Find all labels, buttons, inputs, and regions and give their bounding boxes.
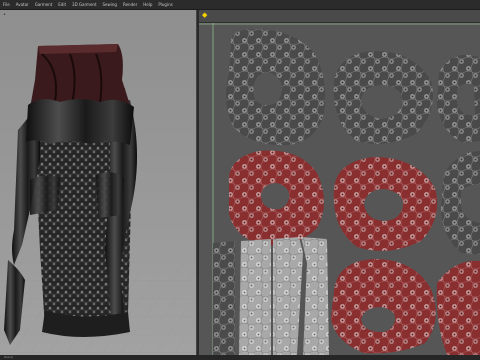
uv-patch-red-3	[331, 259, 436, 354]
uv-patch-light-1	[239, 239, 271, 355]
uv-editor-pane: ◆	[199, 10, 480, 355]
garment-tier-1	[26, 99, 134, 145]
menu-plugins[interactable]: Plugins	[155, 0, 175, 9]
menu-bar: File Avatar Garment Edit 3D Garment Sewi…	[0, 0, 480, 10]
menu-edit[interactable]: Edit	[55, 0, 69, 9]
uv-patch-dark-5	[213, 241, 235, 355]
menu-garment[interactable]: Garment	[32, 0, 56, 9]
menu-help[interactable]: Help	[140, 0, 155, 9]
uv-pattern-canvas[interactable]	[199, 23, 480, 355]
status-bar: Ready	[0, 355, 480, 360]
status-text: Ready	[4, 355, 14, 359]
uv-patch-dark-2	[333, 51, 433, 144]
uv-patch-light-2	[273, 237, 303, 355]
uv-patch-dark-1	[225, 29, 326, 146]
uv-patch-dark-3	[437, 54, 480, 143]
uv-patch-red-1	[228, 150, 324, 246]
menu-sewing[interactable]: Sewing	[100, 0, 120, 9]
uv-patch-red-2	[333, 157, 438, 251]
uv-patch-red-4	[436, 260, 480, 355]
uv-patch-light-3	[301, 237, 329, 355]
menu-file[interactable]: File	[0, 0, 13, 9]
menu-render[interactable]: Render	[120, 0, 140, 9]
viewport-corner-icon: •	[3, 12, 6, 18]
selection-icon[interactable]: ◆	[202, 11, 207, 20]
3d-garment-render	[0, 44, 196, 355]
menu-3d-garment[interactable]: 3D Garment	[69, 0, 99, 9]
menu-avatar[interactable]: Avatar	[13, 0, 32, 9]
3d-viewport[interactable]: •	[0, 10, 196, 355]
uv-patch-dark-4	[441, 151, 480, 255]
uv-toolbar: ◆	[199, 10, 480, 23]
